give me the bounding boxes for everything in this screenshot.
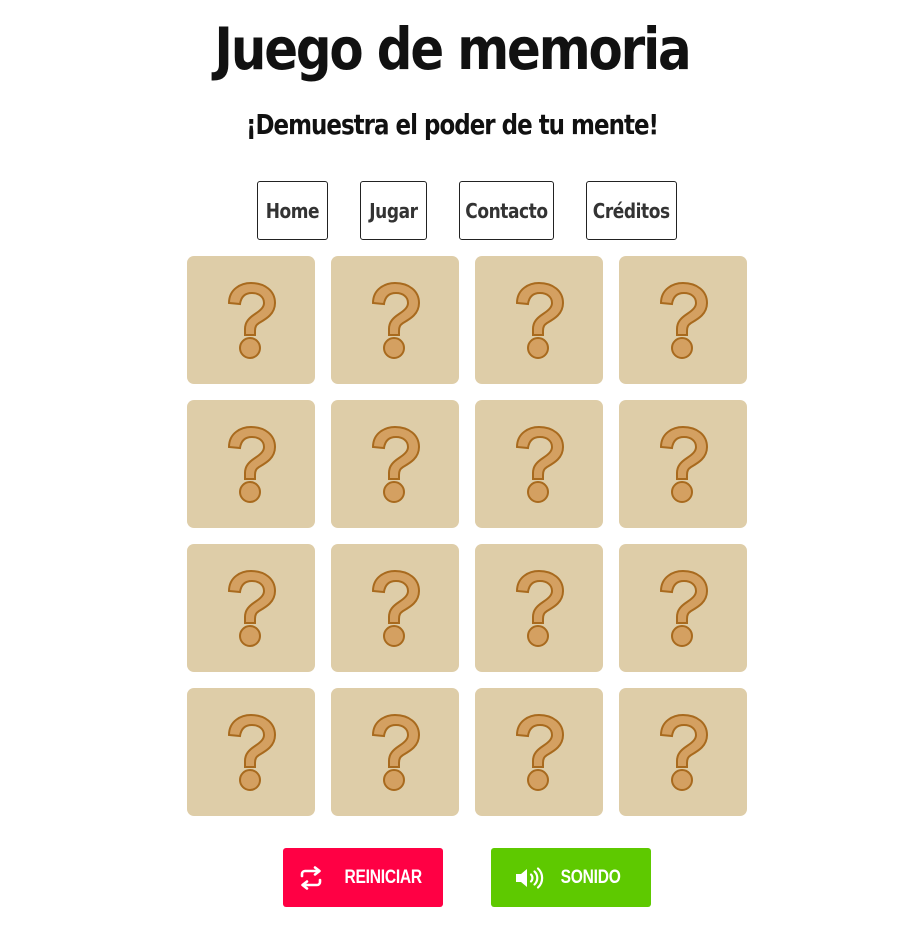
restart-button[interactable]: REINICIAR bbox=[283, 848, 443, 907]
question-mark-icon bbox=[515, 281, 565, 359]
nav-play-label: Jugar bbox=[369, 198, 418, 223]
question-mark-icon bbox=[371, 713, 421, 791]
question-mark-icon bbox=[659, 281, 709, 359]
memory-card[interactable] bbox=[619, 688, 747, 816]
memory-card[interactable] bbox=[187, 256, 315, 384]
restart-label: REINICIAR bbox=[344, 866, 422, 888]
question-mark-icon bbox=[227, 281, 277, 359]
memory-card[interactable] bbox=[331, 688, 459, 816]
question-mark-icon bbox=[659, 425, 709, 503]
question-mark-icon bbox=[659, 569, 709, 647]
memory-board bbox=[187, 256, 747, 816]
page-title: Juego de memoria bbox=[214, 15, 691, 83]
memory-card[interactable] bbox=[619, 256, 747, 384]
memory-card[interactable] bbox=[331, 544, 459, 672]
memory-card[interactable] bbox=[187, 400, 315, 528]
memory-card[interactable] bbox=[331, 256, 459, 384]
question-mark-icon bbox=[227, 425, 277, 503]
memory-card[interactable] bbox=[619, 544, 747, 672]
memory-card[interactable] bbox=[331, 400, 459, 528]
memory-card[interactable] bbox=[475, 256, 603, 384]
repeat-icon bbox=[296, 865, 326, 890]
sound-button[interactable]: SONIDO bbox=[491, 848, 651, 907]
sound-label: SONIDO bbox=[561, 866, 621, 888]
nav-play-link[interactable]: Jugar bbox=[360, 181, 427, 240]
question-mark-icon bbox=[659, 713, 709, 791]
memory-card[interactable] bbox=[475, 544, 603, 672]
question-mark-icon bbox=[227, 569, 277, 647]
nav-credits-link[interactable]: Créditos bbox=[586, 181, 677, 240]
memory-card[interactable] bbox=[619, 400, 747, 528]
main-nav: Home Jugar Contacto Créditos bbox=[0, 181, 904, 240]
nav-home-label: Home bbox=[265, 198, 320, 223]
page-subtitle: ¡Demuestra el poder de tu mente! bbox=[245, 108, 659, 141]
question-mark-icon bbox=[227, 713, 277, 791]
memory-card[interactable] bbox=[475, 688, 603, 816]
question-mark-icon bbox=[371, 281, 421, 359]
question-mark-icon bbox=[515, 569, 565, 647]
question-mark-icon bbox=[515, 713, 565, 791]
nav-home-link[interactable]: Home bbox=[257, 181, 328, 240]
question-mark-icon bbox=[515, 425, 565, 503]
volume-icon bbox=[514, 866, 544, 890]
nav-credits-label: Créditos bbox=[593, 198, 670, 223]
question-mark-icon bbox=[371, 425, 421, 503]
memory-card[interactable] bbox=[187, 688, 315, 816]
memory-card[interactable] bbox=[475, 400, 603, 528]
nav-contact-label: Contacto bbox=[465, 198, 548, 223]
question-mark-icon bbox=[371, 569, 421, 647]
memory-card[interactable] bbox=[187, 544, 315, 672]
nav-contact-link[interactable]: Contacto bbox=[459, 181, 554, 240]
